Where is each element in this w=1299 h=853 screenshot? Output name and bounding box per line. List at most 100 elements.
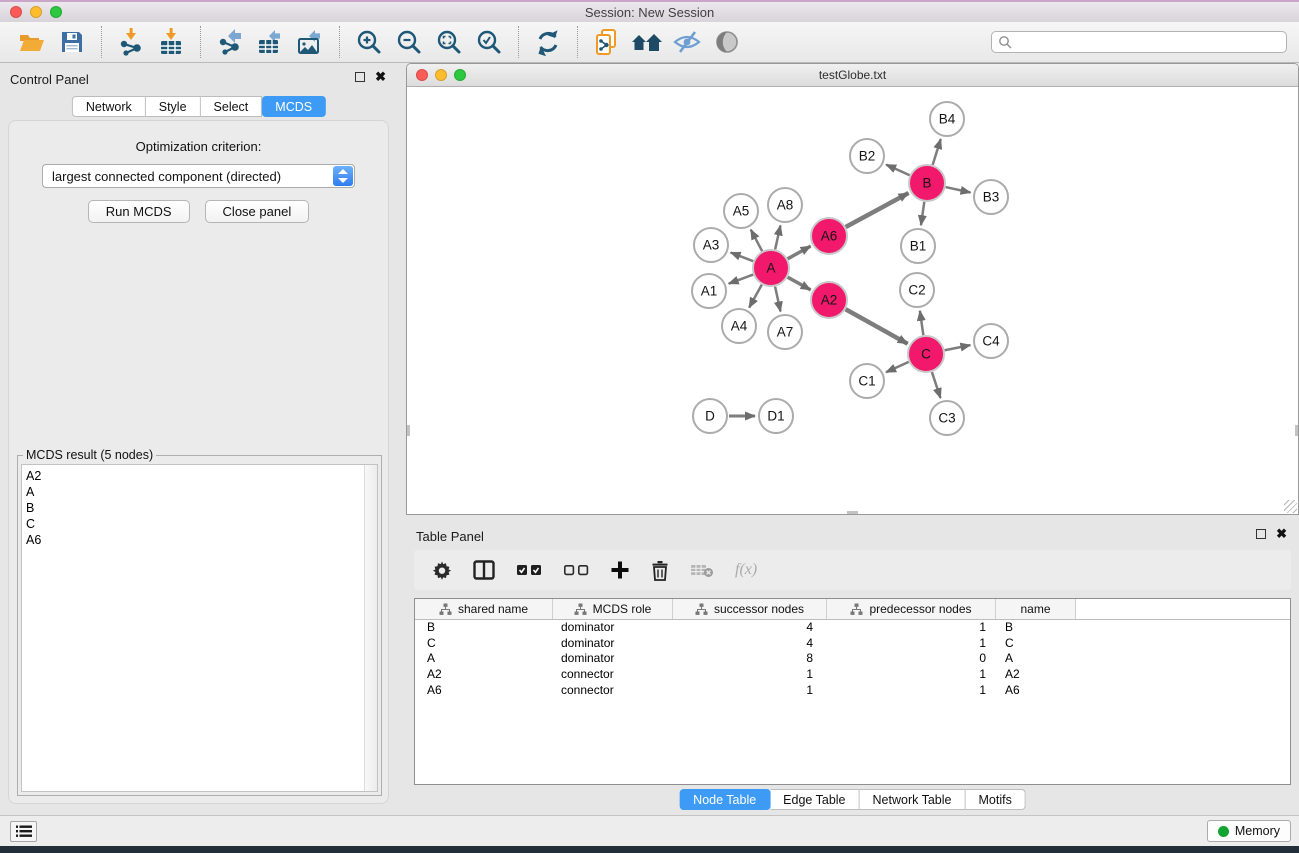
- delete-column-icon[interactable]: [651, 557, 669, 583]
- graph-node-C4[interactable]: C4: [974, 324, 1008, 358]
- list-scrollbar[interactable]: [364, 465, 377, 791]
- graph-edge-A-A6[interactable]: [788, 246, 811, 259]
- function-builder-icon[interactable]: f(x): [735, 557, 757, 583]
- add-column-icon[interactable]: [610, 557, 630, 583]
- result-item[interactable]: A6: [26, 532, 377, 548]
- zoom-selected-icon[interactable]: [472, 26, 506, 58]
- hide-selected-icon[interactable]: [670, 26, 704, 58]
- graph-edge-A-A8[interactable]: [775, 225, 780, 249]
- column-header-successor-nodes[interactable]: successor nodes: [673, 599, 827, 619]
- tab-node-table[interactable]: Node Table: [679, 789, 770, 810]
- graph-edge-B-B4[interactable]: [933, 139, 941, 165]
- tab-network[interactable]: Network: [72, 96, 146, 117]
- graph-node-A8[interactable]: A8: [768, 188, 802, 222]
- zoom-out-icon[interactable]: [392, 26, 426, 58]
- graph-node-A7[interactable]: A7: [768, 315, 802, 349]
- close-panel-icon[interactable]: ✖: [375, 72, 386, 82]
- graph-edge-C-C1[interactable]: [886, 362, 909, 372]
- run-mcds-button[interactable]: Run MCDS: [88, 200, 190, 223]
- task-history-button[interactable]: [10, 821, 37, 842]
- split-panel-icon[interactable]: [473, 557, 495, 583]
- graph-edge-A-A3[interactable]: [731, 253, 754, 262]
- minimize-window-button[interactable]: [30, 6, 42, 18]
- export-image-icon[interactable]: [293, 26, 327, 58]
- open-session-icon[interactable]: [15, 26, 49, 58]
- delete-table-icon[interactable]: [690, 557, 714, 583]
- network-close-button[interactable]: [416, 69, 428, 81]
- resize-grip[interactable]: [1284, 500, 1297, 513]
- column-header-predecessor-nodes[interactable]: predecessor nodes: [827, 599, 996, 619]
- graph-node-B4[interactable]: B4: [930, 102, 964, 136]
- graph-node-A6[interactable]: A6: [811, 218, 847, 254]
- close-window-button[interactable]: [10, 6, 22, 18]
- table-row[interactable]: A2connector11A2: [415, 667, 1290, 683]
- import-network-icon[interactable]: [114, 26, 148, 58]
- float-panel-icon[interactable]: [1256, 529, 1266, 539]
- zoom-fit-icon[interactable]: [432, 26, 466, 58]
- graph-node-A5[interactable]: A5: [724, 194, 758, 228]
- graph-edge-A-A2[interactable]: [788, 277, 811, 290]
- graph-node-A2[interactable]: A2: [811, 282, 847, 318]
- graph-node-B[interactable]: B: [909, 165, 945, 201]
- tab-edge-table[interactable]: Edge Table: [770, 789, 859, 810]
- graph-edge-A-A1[interactable]: [729, 275, 753, 284]
- select-all-columns-icon[interactable]: [516, 557, 542, 583]
- close-panel-button[interactable]: Close panel: [205, 200, 310, 223]
- tab-network-table[interactable]: Network Table: [860, 789, 966, 810]
- graph-node-D[interactable]: D: [693, 399, 727, 433]
- save-session-icon[interactable]: [55, 26, 89, 58]
- column-header-shared-name[interactable]: shared name: [415, 599, 553, 619]
- table-row[interactable]: A6connector11A6: [415, 683, 1290, 699]
- result-item[interactable]: A: [26, 484, 377, 500]
- graph-edge-B-B2[interactable]: [886, 165, 910, 176]
- clone-network-icon[interactable]: [590, 26, 624, 58]
- graph-edge-C-C3[interactable]: [932, 372, 941, 398]
- tab-motifs[interactable]: Motifs: [965, 789, 1025, 810]
- graph-node-B2[interactable]: B2: [850, 139, 884, 173]
- network-minimize-button[interactable]: [435, 69, 447, 81]
- zoom-window-button[interactable]: [50, 6, 62, 18]
- graph-node-C2[interactable]: C2: [900, 273, 934, 307]
- tab-select[interactable]: Select: [201, 96, 263, 117]
- graph-edge-A-A5[interactable]: [751, 230, 762, 252]
- graph-edge-B-B1[interactable]: [921, 202, 924, 225]
- graph-node-A4[interactable]: A4: [722, 309, 756, 343]
- graph-node-C[interactable]: C: [908, 336, 944, 372]
- graph-edge-A2-C[interactable]: [846, 309, 908, 344]
- import-table-icon[interactable]: [154, 26, 188, 58]
- table-row[interactable]: Adominator80A: [415, 651, 1290, 667]
- result-item[interactable]: B: [26, 500, 377, 516]
- network-window-titlebar[interactable]: testGlobe.txt: [407, 64, 1298, 87]
- network-zoom-button[interactable]: [454, 69, 466, 81]
- unselect-all-columns-icon[interactable]: [563, 557, 589, 583]
- column-header-name[interactable]: name: [996, 599, 1076, 619]
- tab-mcds[interactable]: MCDS: [262, 96, 326, 117]
- float-panel-icon[interactable]: [355, 72, 365, 82]
- export-network-icon[interactable]: [213, 26, 247, 58]
- search-input[interactable]: [1012, 35, 1280, 49]
- graph-node-A3[interactable]: A3: [694, 228, 728, 262]
- graph-edge-A-A7[interactable]: [775, 287, 780, 312]
- table-row[interactable]: Bdominator41B: [415, 620, 1290, 636]
- show-all-icon[interactable]: [710, 26, 744, 58]
- graph-node-B1[interactable]: B1: [901, 229, 935, 263]
- graph-node-C1[interactable]: C1: [850, 364, 884, 398]
- graph-node-C3[interactable]: C3: [930, 401, 964, 435]
- result-item[interactable]: C: [26, 516, 377, 532]
- column-header-MCDS-role[interactable]: MCDS role: [553, 599, 673, 619]
- graph-edge-C-C2[interactable]: [920, 311, 923, 335]
- close-panel-icon[interactable]: ✖: [1276, 529, 1287, 539]
- graph-edge-C-C4[interactable]: [945, 345, 971, 350]
- mcds-result-list[interactable]: A2ABCA6: [21, 464, 378, 792]
- graph-node-A1[interactable]: A1: [692, 274, 726, 308]
- export-table-icon[interactable]: [253, 26, 287, 58]
- table-row[interactable]: Cdominator41C: [415, 636, 1290, 652]
- graph-node-D1[interactable]: D1: [759, 399, 793, 433]
- graph-edge-A-A4[interactable]: [749, 285, 762, 308]
- graph-node-B3[interactable]: B3: [974, 180, 1008, 214]
- graph-node-A[interactable]: A: [753, 250, 789, 286]
- refresh-layout-icon[interactable]: [531, 26, 565, 58]
- memory-button[interactable]: Memory: [1207, 820, 1291, 842]
- network-canvas[interactable]: A A1 A2 A3 A4 A5 A6 A7 A8 B B1 B2 B3 B4 C C1 C2 C3 C4 D D1: [407, 87, 1298, 514]
- search-box[interactable]: [991, 31, 1287, 53]
